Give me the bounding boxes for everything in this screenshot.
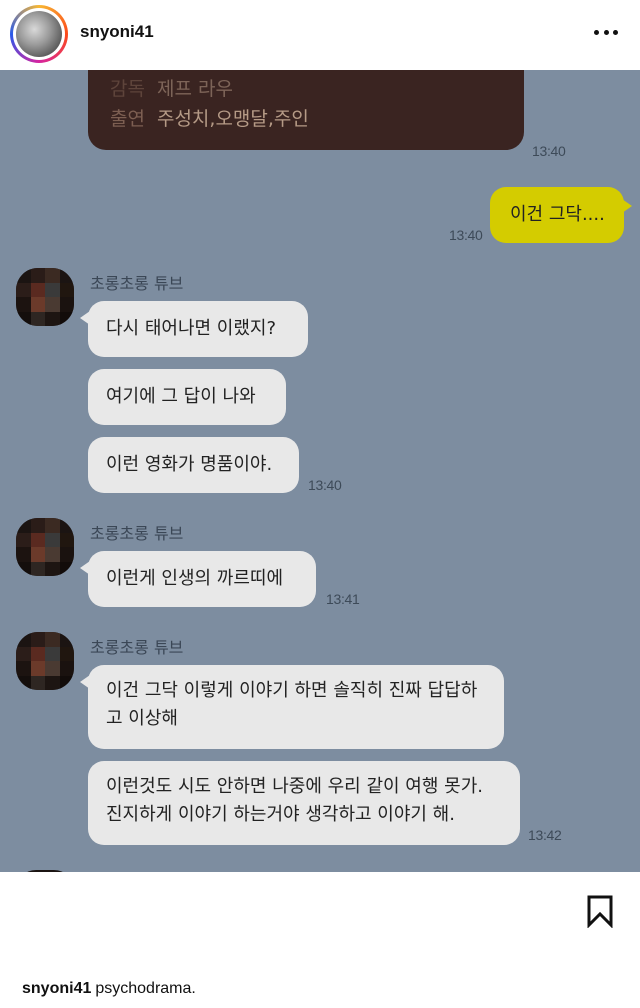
incoming-message: 이런것도 시도 안하면 나중에 우리 같이 여행 못가. 진지하게 이야기 하는…	[88, 761, 520, 845]
incoming-message: 다시 태어나면 이랬지?	[80, 301, 308, 357]
cast-value: 주성치,오맹달,주인	[156, 108, 309, 130]
message-time: 13:40	[308, 477, 342, 493]
message-time: 13:42	[528, 827, 562, 843]
post-footer: snyoni41 psychodrama.	[0, 872, 640, 1008]
incoming-message: 여기에 그 답이 나와	[88, 369, 286, 425]
incoming-message: 이건 그닥 이렇게 이야기 하면 솔직히 진짜 답답하고 이상해	[80, 665, 504, 749]
movie-info-card: 감독 제프 라우 출연 주성치,오맹달,주인	[88, 70, 524, 150]
message-time: 13:41	[326, 591, 360, 607]
message-time: 13:40	[449, 227, 483, 243]
incoming-message: 이런 영화가 명품이야.	[88, 437, 299, 493]
caption-text: psychodrama.	[95, 980, 196, 997]
bookmark-icon[interactable]	[586, 894, 614, 928]
sender-avatar[interactable]	[16, 268, 74, 326]
message-time: 13:40	[532, 143, 566, 159]
incoming-message: 이런게 인생의 까르띠에	[80, 551, 316, 607]
more-horizontal-icon[interactable]	[594, 25, 618, 39]
sender-name: 초롱초롱 튜브	[90, 638, 184, 657]
profile-avatar[interactable]	[10, 5, 68, 63]
cast-label: 출연	[110, 108, 145, 130]
chat-screenshot: 감독 제프 라우 출연 주성치,오맹달,주인 13:40 이건 그닥.... 13:…	[0, 70, 640, 872]
sender-avatar[interactable]	[16, 518, 74, 576]
sender-name: 초롱초롱 튜브	[90, 274, 184, 293]
director-value: 제프 라우	[156, 78, 233, 100]
post-header: snyoni41	[0, 0, 640, 70]
caption-username[interactable]: snyoni41	[22, 980, 91, 997]
sender-avatar[interactable]	[16, 632, 74, 690]
post-caption: snyoni41 psychodrama.	[22, 980, 196, 998]
post-username[interactable]: snyoni41	[80, 22, 154, 42]
director-label: 감독	[110, 78, 145, 100]
outgoing-message: 이건 그닥....	[490, 187, 632, 243]
sender-name: 초롱초롱 튜브	[90, 524, 184, 543]
